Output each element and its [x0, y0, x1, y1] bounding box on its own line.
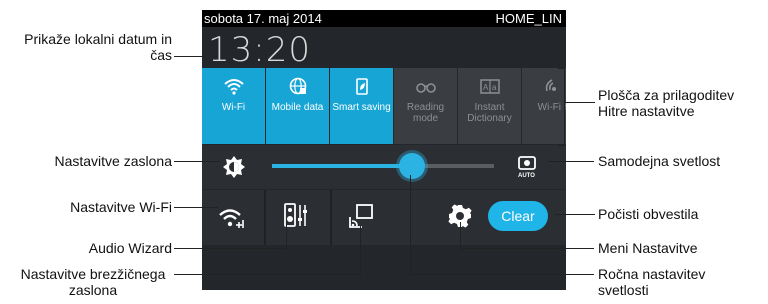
tile-label: Smart saving: [332, 102, 391, 113]
callout-line: [410, 175, 411, 275]
wireless-display-icon[interactable]: [348, 203, 374, 229]
tile-smart-saving[interactable]: Smart saving: [330, 68, 393, 144]
callout-line: [360, 226, 361, 275]
callout-line: [555, 214, 595, 215]
brightness-slider-fill: [272, 164, 413, 168]
globe-icon: [289, 77, 306, 95]
status-bar: sobota 17. maj 2014 HOME_LIN: [202, 10, 566, 27]
clear-notifications-button[interactable]: Clear: [488, 201, 548, 231]
divider: [264, 190, 266, 245]
callout-auto-brightness: Samodejna svetlost: [598, 153, 721, 169]
callout-local-date-time: Prikaže lokalni datum in čas: [24, 31, 172, 63]
audio-wizard-icon[interactable]: [284, 202, 308, 230]
tile-label: Wi-Fi h: [537, 102, 566, 113]
tile-reading-mode[interactable]: Reading mode: [394, 68, 457, 144]
divider: [330, 190, 332, 245]
callout-bracket: [558, 145, 565, 146]
callout-line: [174, 207, 218, 208]
callout-line: [174, 248, 286, 249]
auto-label: AUTO: [518, 173, 535, 179]
callout-line: [460, 248, 594, 249]
callout-line: [460, 222, 461, 249]
clock: 13:20: [208, 30, 311, 70]
callout-wifi-settings: Nastavitve Wi-Fi: [70, 199, 172, 215]
callout-line: [174, 274, 360, 275]
tile-label: Mobile data: [271, 102, 324, 113]
smart-saving-icon: [355, 78, 368, 95]
tile-label: Wi-Fi: [221, 102, 246, 113]
callout-display-settings: Nastavitve zaslona: [54, 153, 172, 169]
callout-audio-wizard: Audio Wizard: [88, 240, 172, 256]
callout-line: [174, 56, 206, 57]
tile-label: Reading mode: [406, 102, 445, 124]
callout-bracket: [564, 68, 565, 146]
auto-brightness-icon[interactable]: AUTO: [516, 155, 538, 179]
callout-line: [174, 161, 220, 162]
brightness-row: AUTO: [202, 145, 566, 189]
tile-instant-dictionary[interactable]: A a Instant Dictionary: [458, 68, 521, 144]
wifi-settings-icon[interactable]: [218, 205, 248, 229]
tile-mobile-data[interactable]: Mobile data: [266, 68, 329, 144]
display-settings-icon[interactable]: [222, 155, 246, 179]
glasses-icon: [415, 83, 436, 93]
callout-line: [286, 222, 287, 249]
svg-text:A: A: [483, 83, 489, 92]
callout-wireless-display: Nastavitve brezžičnega zaslona: [20, 266, 166, 298]
quick-settings-tiles: Wi-Fi Mobile data Smart saving Reading m…: [202, 68, 566, 144]
status-network-name: HOME_LIN: [495, 11, 562, 26]
tile-label: Instant Dictionary: [467, 102, 512, 124]
callout-clear-notifications: Počisti obvestila: [598, 206, 699, 222]
callout-line: [410, 274, 594, 275]
callout-bracket: [558, 68, 565, 69]
svg-text:a: a: [492, 83, 497, 92]
brightness-slider-thumb[interactable]: [399, 153, 425, 179]
callout-settings-menu: Meni Nastavitve: [598, 240, 698, 256]
tile-wifi-hotspot[interactable]: Wi-Fi h: [522, 68, 566, 144]
status-date: sobota 17. maj 2014: [204, 11, 322, 26]
tile-wifi[interactable]: Wi-Fi: [202, 68, 265, 144]
callout-line: [565, 102, 595, 103]
wifi-hotspot-icon: [545, 79, 556, 92]
dictionary-icon: A a: [479, 79, 500, 94]
wifi-icon: [223, 79, 244, 95]
bottom-action-row: Clear: [202, 190, 566, 245]
callout-manual-brightness: Ročna nastavitev svetlosti: [598, 266, 706, 298]
callout-quick-settings-panel: Plošča za prilagoditev Hitre nastavitve: [598, 87, 735, 119]
callout-line: [548, 161, 594, 162]
